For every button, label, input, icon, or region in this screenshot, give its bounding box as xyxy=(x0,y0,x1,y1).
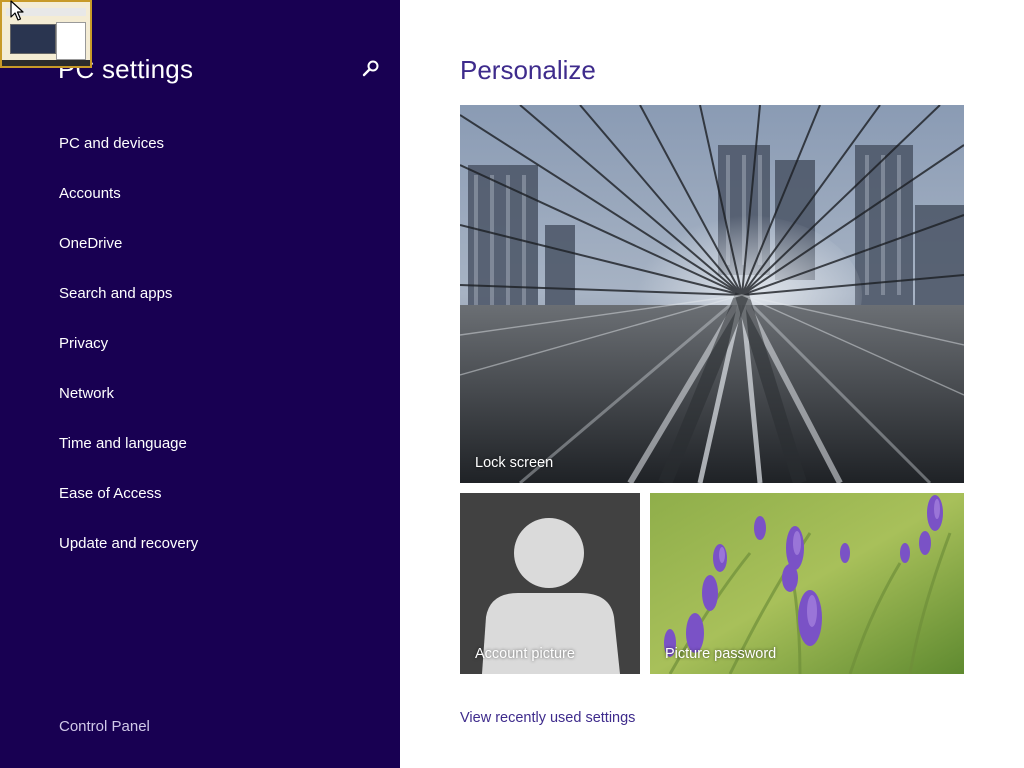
sidebar-item-search-and-apps[interactable]: Search and apps xyxy=(59,284,198,334)
control-panel-link[interactable]: Control Panel xyxy=(59,718,150,735)
search-button[interactable] xyxy=(360,58,382,80)
account-picture-tile[interactable]: Account picture xyxy=(460,493,640,674)
lock-screen-label: Lock screen xyxy=(475,455,554,471)
lock-screen-image xyxy=(460,105,964,483)
sidebar: PC settings PC and devices Accounts OneD… xyxy=(0,0,400,768)
sidebar-item-time-and-language[interactable]: Time and language xyxy=(59,434,198,484)
picture-password-tile[interactable]: Picture password xyxy=(650,493,964,674)
lock-screen-tile[interactable]: Lock screen xyxy=(460,105,964,483)
page-title: Personalize xyxy=(460,55,596,85)
sidebar-item-onedrive[interactable]: OneDrive xyxy=(59,234,198,284)
thumbnail-taskbar xyxy=(2,60,90,66)
view-recent-settings-link[interactable]: View recently used settings xyxy=(460,710,635,726)
sidebar-item-network[interactable]: Network xyxy=(59,384,198,434)
mouse-cursor-icon xyxy=(10,0,24,21)
picture-password-label: Picture password xyxy=(665,646,777,662)
sidebar-item-update-and-recovery[interactable]: Update and recovery xyxy=(59,534,198,584)
thumbnail-document xyxy=(56,22,86,60)
search-icon xyxy=(362,60,379,77)
account-picture-label: Account picture xyxy=(475,646,575,662)
thumbnail-window xyxy=(10,24,56,54)
sidebar-item-privacy[interactable]: Privacy xyxy=(59,334,198,384)
sidebar-nav: PC and devices Accounts OneDrive Search … xyxy=(59,134,198,584)
pc-settings-window: PC settings PC and devices Accounts OneD… xyxy=(0,0,1024,768)
sidebar-item-ease-of-access[interactable]: Ease of Access xyxy=(59,484,198,534)
sidebar-item-accounts[interactable]: Accounts xyxy=(59,184,198,234)
sidebar-item-pc-and-devices[interactable]: PC and devices xyxy=(59,134,198,184)
